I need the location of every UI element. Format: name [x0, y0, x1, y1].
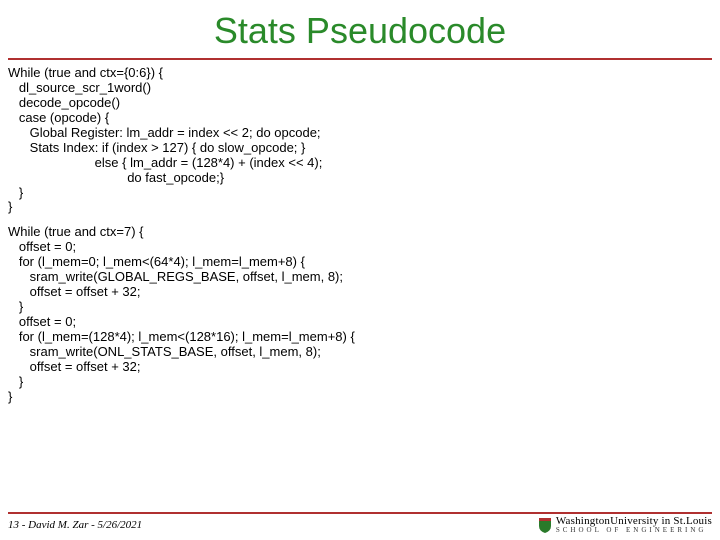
footer-page-author-date: 13 - David M. Zar - 5/26/2021: [8, 519, 142, 531]
wustl-logo: WashingtonUniversity in St.Louis SCHOOL …: [538, 516, 712, 534]
wustl-school: SCHOOL OF ENGINEERING: [556, 527, 712, 534]
slide-title: Stats Pseudocode: [0, 0, 720, 58]
shield-icon: [538, 517, 552, 533]
pseudocode-block-2: While (true and ctx=7) { offset = 0; for…: [0, 225, 720, 404]
wustl-text: WashingtonUniversity in St.Louis SCHOOL …: [556, 516, 712, 534]
pseudocode-block-1: While (true and ctx={0:6}) { dl_source_s…: [0, 66, 720, 215]
slide-footer: 13 - David M. Zar - 5/26/2021 Washington…: [8, 512, 712, 534]
title-underline: [8, 58, 712, 60]
